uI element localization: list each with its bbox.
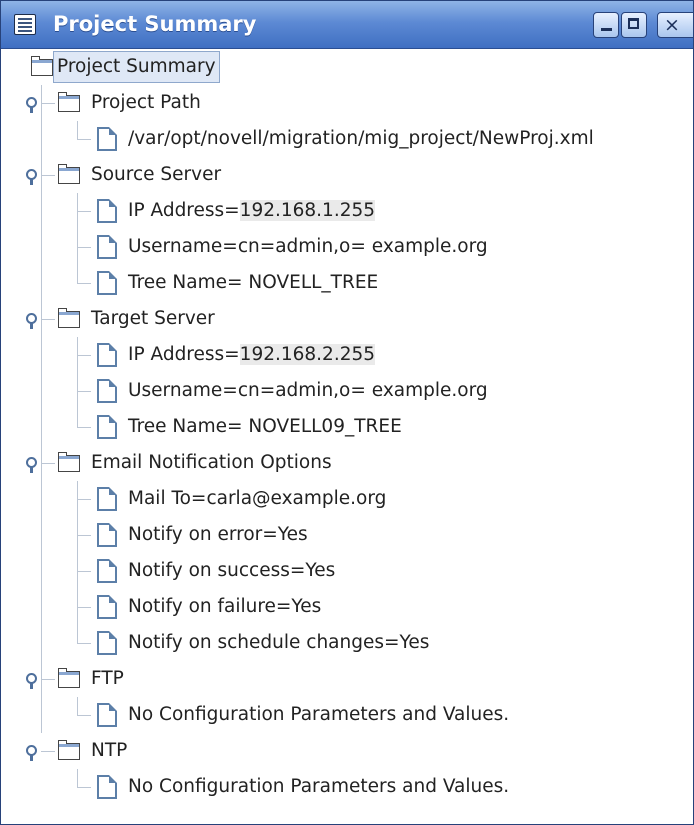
tree-leaf-text: Tree Name= NOVELL09_TREE bbox=[128, 409, 402, 445]
tree-leaf-text: IP Address=192.168.2.255 bbox=[128, 337, 376, 373]
expand-handle-icon[interactable] bbox=[26, 673, 37, 689]
tree-node-ntp[interactable]: NTP bbox=[1, 733, 693, 769]
expand-handle-icon[interactable] bbox=[26, 457, 37, 473]
tree-leaf[interactable]: Notify on success=Yes bbox=[1, 553, 693, 589]
file-icon bbox=[97, 379, 117, 403]
tree-leaf-text: Mail To=carla@example.org bbox=[128, 481, 386, 517]
leaf-value: cn=admin,o= example.org bbox=[237, 236, 488, 257]
tree-node-label: Email Notification Options bbox=[91, 452, 332, 473]
tree-leaf-text: Tree Name= NOVELL_TREE bbox=[128, 265, 378, 301]
tree-leaf[interactable]: Mail To=carla@example.org bbox=[1, 481, 693, 517]
leaf-value: NOVELL09_TREE bbox=[242, 416, 402, 437]
folder-icon bbox=[58, 668, 80, 688]
file-icon bbox=[97, 235, 117, 259]
tree-node-project-path[interactable]: Project Path bbox=[1, 85, 693, 121]
leaf-key: Tree Name= bbox=[128, 272, 243, 293]
folder-icon bbox=[31, 56, 53, 76]
tree-node-source-server[interactable]: Source Server bbox=[1, 157, 693, 193]
leaf-value: carla@example.org bbox=[206, 488, 387, 509]
file-icon bbox=[97, 271, 117, 295]
tree-leaf-text: Username=cn=admin,o= example.org bbox=[128, 373, 488, 409]
folder-icon bbox=[58, 452, 80, 472]
tree-leaf[interactable]: Tree Name= NOVELL_TREE bbox=[1, 265, 693, 301]
tree-leaf-text: Notify on error=Yes bbox=[128, 524, 308, 545]
leaf-key: Tree Name= bbox=[128, 416, 243, 437]
leaf-key: Username= bbox=[128, 380, 238, 401]
file-icon bbox=[97, 343, 117, 367]
file-icon bbox=[97, 199, 117, 223]
folder-icon bbox=[58, 92, 80, 112]
leaf-value: cn=admin,o= example.org bbox=[237, 380, 488, 401]
project-summary-tree[interactable]: Project Summary Project Path /var/opt/no… bbox=[1, 49, 693, 824]
window-menu-icon[interactable] bbox=[14, 14, 36, 35]
file-icon bbox=[97, 775, 117, 799]
expand-handle-icon[interactable] bbox=[26, 745, 37, 761]
tree-leaf-text: Notify on success=Yes bbox=[128, 560, 336, 581]
window-title: Project Summary bbox=[53, 12, 257, 36]
folder-icon bbox=[58, 308, 80, 328]
leaf-value: 192.168.2.255 bbox=[239, 344, 376, 365]
tree-leaf-text: Notify on failure=Yes bbox=[128, 596, 322, 617]
tree-leaf[interactable]: Username=cn=admin,o= example.org bbox=[1, 373, 693, 409]
tree-leaf[interactable]: IP Address=192.168.1.255 bbox=[1, 193, 693, 229]
close-button[interactable]: × bbox=[657, 12, 693, 38]
file-icon bbox=[97, 127, 117, 151]
close-icon: × bbox=[664, 14, 680, 36]
tree-node-label: Source Server bbox=[91, 164, 222, 185]
tree-leaf[interactable]: Notify on failure=Yes bbox=[1, 589, 693, 625]
expand-handle-icon[interactable] bbox=[26, 97, 37, 113]
tree-node-label: Project Path bbox=[91, 92, 201, 113]
tree-node-email-notification-options[interactable]: Email Notification Options bbox=[1, 445, 693, 481]
leaf-key: Mail To= bbox=[128, 488, 207, 509]
expand-handle-icon[interactable] bbox=[26, 313, 37, 329]
tree-leaf-text: /var/opt/novell/migration/mig_project/Ne… bbox=[128, 128, 594, 149]
leaf-value: NOVELL_TREE bbox=[242, 272, 379, 293]
leaf-value: 192.168.1.255 bbox=[239, 200, 376, 221]
tree-node-target-server[interactable]: Target Server bbox=[1, 301, 693, 337]
expand-handle-icon[interactable] bbox=[26, 169, 37, 185]
tree-root-label[interactable]: Project Summary bbox=[53, 51, 220, 83]
tree-leaf[interactable]: No Configuration Parameters and Values. bbox=[1, 769, 693, 805]
folder-icon bbox=[58, 740, 80, 760]
file-icon bbox=[97, 523, 117, 547]
tree-leaf-text: Username=cn=admin,o= example.org bbox=[128, 229, 488, 265]
tree-leaf[interactable]: Tree Name= NOVELL09_TREE bbox=[1, 409, 693, 445]
file-icon bbox=[97, 703, 117, 727]
title-bar[interactable]: Project Summary × bbox=[1, 1, 693, 49]
leaf-key: IP Address= bbox=[128, 344, 240, 365]
tree-leaf-text: Notify on schedule changes=Yes bbox=[128, 632, 430, 653]
file-icon bbox=[97, 415, 117, 439]
tree-leaf[interactable]: No Configuration Parameters and Values. bbox=[1, 697, 693, 733]
file-icon bbox=[97, 631, 117, 655]
tree-leaf[interactable]: Notify on error=Yes bbox=[1, 517, 693, 553]
file-icon bbox=[97, 487, 117, 511]
leaf-key: Username= bbox=[128, 236, 238, 257]
tree-leaf-text: No Configuration Parameters and Values. bbox=[128, 776, 510, 797]
tree-leaf[interactable]: IP Address=192.168.2.255 bbox=[1, 337, 693, 373]
tree-node-label: Target Server bbox=[91, 308, 215, 329]
maximize-button[interactable] bbox=[621, 12, 647, 38]
leaf-key: IP Address= bbox=[128, 200, 240, 221]
tree-leaf[interactable]: Notify on schedule changes=Yes bbox=[1, 625, 693, 661]
minimize-button[interactable] bbox=[593, 12, 619, 38]
project-summary-window: Project Summary × Project Summary Projec… bbox=[0, 0, 694, 825]
tree-leaf-text: IP Address=192.168.1.255 bbox=[128, 193, 376, 229]
tree-leaf[interactable]: Username=cn=admin,o= example.org bbox=[1, 229, 693, 265]
file-icon bbox=[97, 595, 117, 619]
tree-leaf-text: No Configuration Parameters and Values. bbox=[128, 704, 510, 725]
file-icon bbox=[97, 559, 117, 583]
folder-icon bbox=[58, 164, 80, 184]
tree-node-label: FTP bbox=[91, 668, 124, 689]
tree-node-label: NTP bbox=[91, 740, 128, 761]
tree-root[interactable]: Project Summary bbox=[1, 49, 693, 85]
tree-leaf[interactable]: /var/opt/novell/migration/mig_project/Ne… bbox=[1, 121, 693, 157]
tree-node-ftp[interactable]: FTP bbox=[1, 661, 693, 697]
